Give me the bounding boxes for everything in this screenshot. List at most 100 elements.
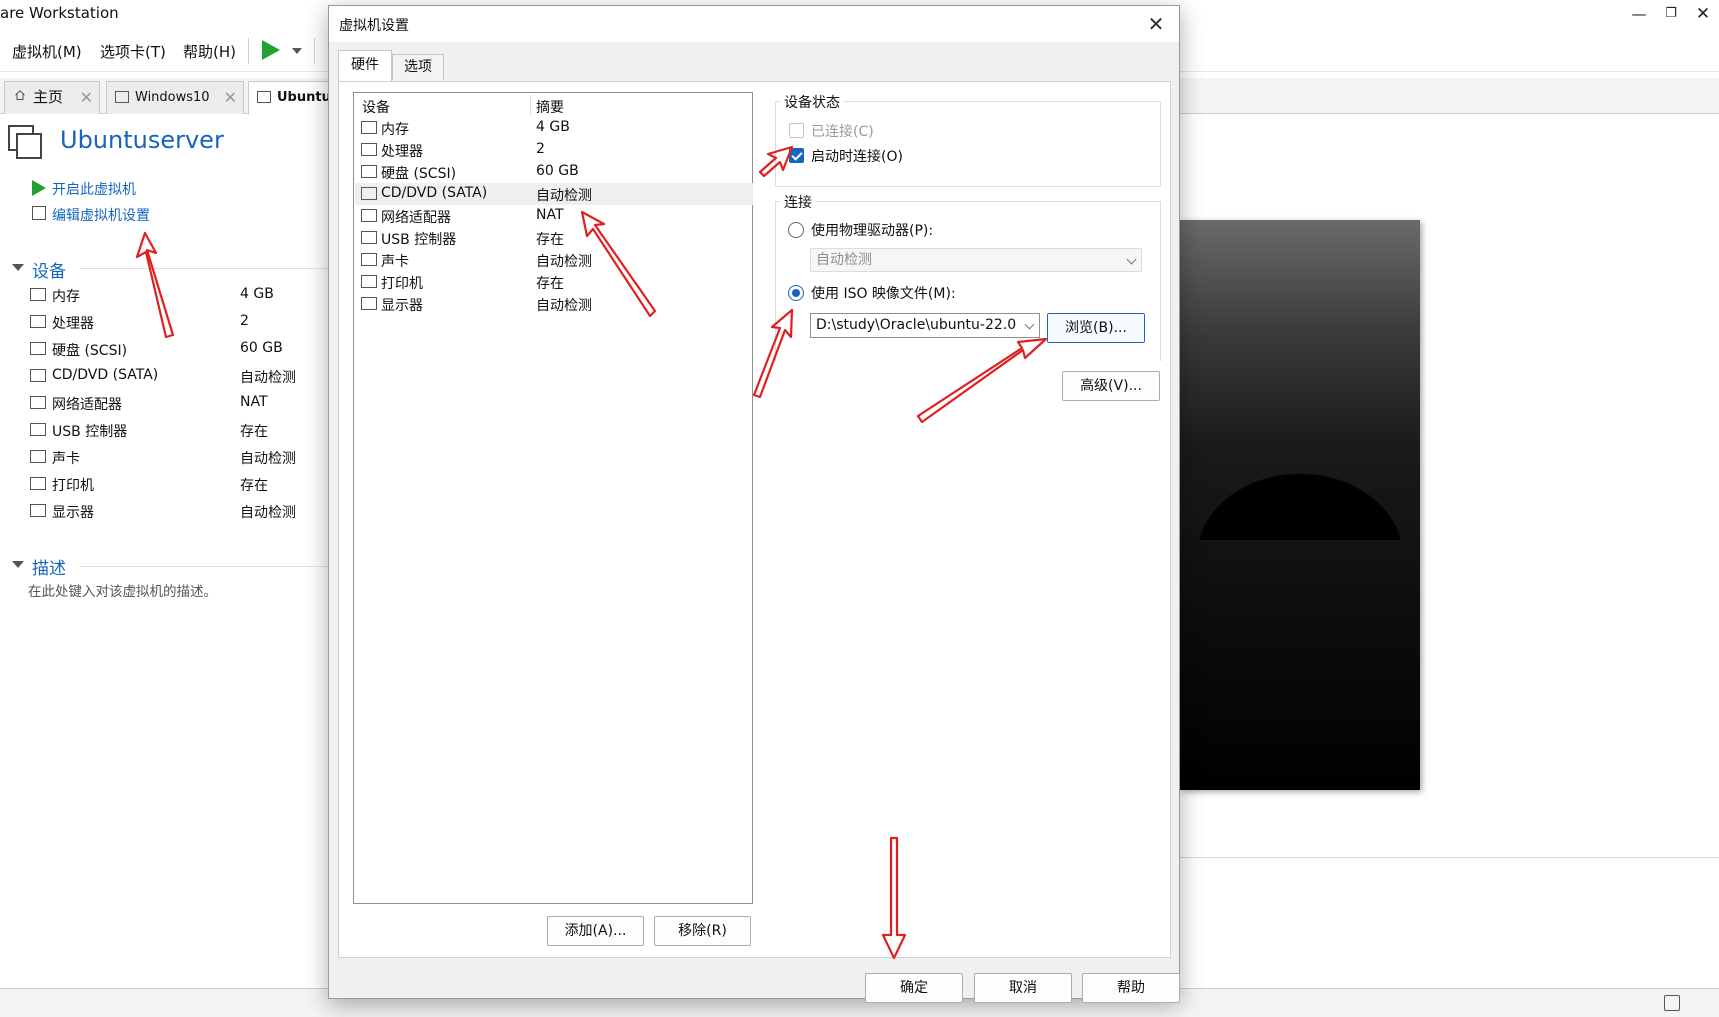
device-status-group <box>775 101 1161 187</box>
close-icon[interactable]: ✕ <box>80 82 93 113</box>
vm-title: Ubuntuserver <box>60 126 224 154</box>
device-name: 显示器 <box>381 298 423 314</box>
play-icon <box>32 180 46 196</box>
preview-divider <box>1180 857 1719 858</box>
device-name: 网络适配器 <box>381 210 451 226</box>
radio-dot <box>788 222 804 238</box>
device-row[interactable]: 处理器 2 <box>28 311 328 335</box>
vm-screen-preview[interactable] <box>1180 220 1420 790</box>
chevron-down-icon[interactable] <box>292 48 302 54</box>
tab-options[interactable]: 选项 <box>392 54 444 80</box>
description-section-header[interactable]: 描述 <box>12 554 66 579</box>
advanced-button[interactable]: 高级(V)... <box>1062 371 1160 401</box>
memory-icon <box>30 288 46 301</box>
device-summary: 存在 <box>240 478 268 494</box>
device-list-row[interactable]: USB 控制器 存在 <box>355 227 753 249</box>
device-list-row[interactable]: 硬盘 (SCSI) 60 GB <box>355 161 753 183</box>
chevron-down-icon[interactable] <box>1024 319 1035 330</box>
checkbox-box <box>789 148 804 163</box>
device-row[interactable]: 网络适配器 NAT <box>28 392 328 416</box>
physical-drive-label: 使用物理驱动器(P): <box>811 223 934 239</box>
connected-checkbox[interactable]: 已连接(C) <box>789 121 874 141</box>
note-icon[interactable] <box>1664 995 1680 1011</box>
checkbox-box <box>789 123 804 138</box>
device-summary: 60 GB <box>240 340 283 356</box>
device-summary: 4 GB <box>536 119 570 135</box>
device-row[interactable]: 声卡 自动检测 <box>28 446 328 470</box>
device-row[interactable]: 打印机 存在 <box>28 473 328 497</box>
device-summary: NAT <box>240 394 268 410</box>
tab-home[interactable]: 主页 ✕ <box>4 81 100 114</box>
cpu-icon <box>30 315 46 328</box>
menu-help[interactable]: 帮助(H) <box>183 41 236 62</box>
tab-home-label: 主页 <box>33 88 64 106</box>
display-icon <box>30 504 46 517</box>
device-summary: 自动检测 <box>536 254 592 270</box>
disk-icon <box>361 165 377 178</box>
iso-image-radio[interactable]: 使用 ISO 映像文件(M): <box>788 283 956 303</box>
cancel-button[interactable]: 取消 <box>974 973 1072 1003</box>
device-summary: 自动检测 <box>240 451 296 467</box>
section-divider <box>80 268 328 269</box>
device-summary: 2 <box>536 141 545 157</box>
dialog-title-bar: 虚拟机设置 ✕ <box>329 6 1179 42</box>
device-name: CD/DVD (SATA) <box>381 185 488 201</box>
browse-button[interactable]: 浏览(B)... <box>1047 313 1145 343</box>
device-row[interactable]: 显示器 自动检测 <box>28 500 328 524</box>
vm-icon <box>8 125 44 161</box>
ok-button[interactable]: 确定 <box>865 973 963 1003</box>
device-summary: 自动检测 <box>240 370 296 386</box>
device-list-row[interactable]: 处理器 2 <box>355 139 753 161</box>
network-icon <box>361 209 377 222</box>
cd-icon <box>361 187 377 200</box>
close-icon[interactable]: ✕ <box>1141 10 1171 38</box>
device-list-row[interactable]: 内存 4 GB <box>355 117 753 139</box>
chevron-down-icon <box>1126 254 1137 265</box>
device-name: 内存 <box>52 289 80 305</box>
start-vm-link[interactable]: 开启此虚拟机 <box>30 179 136 199</box>
remove-device-button[interactable]: 移除(R) <box>654 916 751 946</box>
tab-hardware[interactable]: 硬件 <box>338 50 392 82</box>
close-icon[interactable]: ✕ <box>224 82 237 113</box>
device-row[interactable]: 硬盘 (SCSI) 60 GB <box>28 338 328 362</box>
device-list-row[interactable]: 打印机 存在 <box>355 271 753 293</box>
device-row[interactable]: USB 控制器 存在 <box>28 419 328 443</box>
connect-on-start-checkbox[interactable]: 启动时连接(O) <box>789 146 903 166</box>
device-list-row[interactable]: 显示器 自动检测 <box>355 293 753 315</box>
column-device[interactable]: 设备 <box>362 97 390 117</box>
connection-label: 连接 <box>780 192 816 212</box>
add-device-button[interactable]: 添加(A)... <box>547 916 644 946</box>
device-list-row[interactable]: 网络适配器 NAT <box>355 205 753 227</box>
device-list-row[interactable]: CD/DVD (SATA) 自动检测 <box>355 183 753 205</box>
start-vm-label: 开启此虚拟机 <box>52 182 136 198</box>
physical-drive-radio[interactable]: 使用物理驱动器(P): <box>788 220 933 240</box>
close-window-button[interactable]: ✕ <box>1686 2 1719 26</box>
cd-icon <box>30 369 46 382</box>
description-placeholder[interactable]: 在此处键入对该虚拟机的描述。 <box>28 580 217 600</box>
cpu-icon <box>361 143 377 156</box>
device-row[interactable]: 内存 4 GB <box>28 284 328 308</box>
device-row[interactable]: CD/DVD (SATA) 自动检测 <box>28 365 328 389</box>
device-list[interactable]: 设备 摘要 内存 4 GB 处理器 2 硬盘 (SCSI) 60 GB CD/DVD (SA… <box>353 92 753 904</box>
restore-button[interactable]: ❐ <box>1654 2 1688 26</box>
device-list-row[interactable]: 声卡 自动检测 <box>355 249 753 271</box>
device-name: 硬盘 (SCSI) <box>381 166 457 182</box>
help-button[interactable]: 帮助 <box>1082 973 1180 1003</box>
iso-path-value: D:\study\Oracle\ubuntu-22.04 <box>816 317 1016 333</box>
devices-section-header[interactable]: 设备 <box>12 257 66 282</box>
minimize-button[interactable]: — <box>1622 2 1656 26</box>
caret-down-icon <box>12 264 24 271</box>
tab-windows10[interactable]: Windows10 ✕ <box>106 81 244 114</box>
menu-vm[interactable]: 虚拟机(M) <box>12 41 82 62</box>
device-name: 显示器 <box>52 505 94 521</box>
column-summary[interactable]: 摘要 <box>536 97 564 117</box>
device-name: 声卡 <box>52 451 80 467</box>
edit-vm-settings-link[interactable]: 编辑虚拟机设置 <box>30 205 150 225</box>
device-summary: 自动检测 <box>536 188 592 204</box>
caret-down-icon <box>12 561 24 568</box>
play-icon[interactable] <box>262 40 280 60</box>
iso-path-combobox[interactable]: D:\study\Oracle\ubuntu-22.04 <box>810 313 1040 338</box>
tab-ubuntuserver[interactable]: Ubuntus <box>248 81 339 115</box>
display-icon <box>361 297 377 310</box>
menu-tab[interactable]: 选项卡(T) <box>100 41 166 62</box>
